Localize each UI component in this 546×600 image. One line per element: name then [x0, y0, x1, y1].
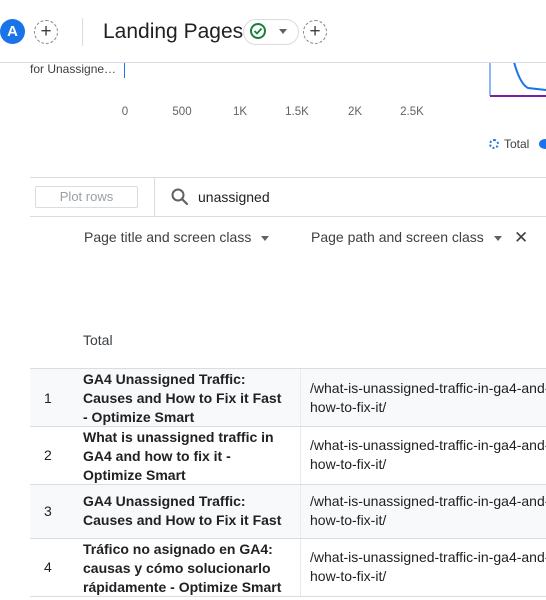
page-path-cell: /what-is-unassigned-traffic-in-ga4-and-h…	[310, 549, 546, 584]
row-number: 3	[44, 503, 52, 519]
row-number: 4	[44, 559, 52, 575]
column-header-page-path[interactable]: Page path and screen class	[311, 229, 502, 245]
x-tick: 1K	[232, 106, 248, 118]
header-divider	[82, 18, 83, 46]
chart-axis-line	[124, 62, 125, 78]
add-comparison-button[interactable]: +	[34, 20, 58, 44]
legend-series-icon	[539, 139, 546, 149]
legend-total-icon	[489, 139, 499, 149]
total-row-label: Total	[83, 332, 113, 348]
x-tick: 1.5K	[285, 106, 309, 118]
cell-divider	[300, 369, 301, 426]
chevron-down-icon[interactable]	[261, 235, 270, 241]
page-title-cell: Tráfico no asignado en GA4: causas y cóm…	[83, 541, 282, 595]
cell-divider	[300, 427, 301, 484]
report-status-dropdown[interactable]	[243, 19, 299, 45]
table-toolbar: Plot rows	[30, 177, 546, 217]
x-tick: 500	[172, 106, 192, 118]
search-icon[interactable]	[170, 187, 190, 212]
column-header-page-title[interactable]: Page title and screen class	[84, 229, 270, 245]
x-tick: 2.5K	[400, 106, 424, 118]
bar-chart: for Unassigne… 0 500 1K 1.5K 2K 2.5K Tot…	[0, 62, 546, 177]
comparison-avatar[interactable]: A	[0, 19, 25, 44]
search-input[interactable]	[198, 186, 518, 208]
plot-rows-button[interactable]: Plot rows	[35, 186, 138, 208]
check-circle-icon	[250, 23, 266, 39]
report-page: A + Landing Pages + for Unassigne… 0 500…	[0, 0, 546, 600]
data-table: 1 GA4 Unassigned Traffic: Causes and How…	[30, 368, 546, 596]
page-title-cell: What is unassigned traffic in GA4 and ho…	[83, 429, 274, 483]
table-row[interactable]: 4 Tráfico no asignado en GA4: causas y c…	[30, 538, 546, 596]
x-tick: 2K	[347, 106, 363, 118]
total-series-line	[513, 62, 546, 91]
page-path-cell: /what-is-unassigned-traffic-in-ga4-and-h…	[310, 493, 546, 528]
report-header: A + Landing Pages +	[0, 0, 546, 63]
bar-category-label: for Unassigne…	[30, 62, 117, 76]
table-row[interactable]: 2 What is unassigned traffic in GA4 and …	[30, 426, 546, 484]
row-number: 2	[44, 447, 52, 463]
page-path-cell: /what-is-unassigned-traffic-in-ga4-and-h…	[310, 437, 546, 472]
chevron-down-icon[interactable]	[493, 235, 502, 241]
page-title-cell: GA4 Unassigned Traffic: Causes and How t…	[83, 371, 282, 425]
page-title: Landing Pages	[103, 20, 244, 43]
table-bottom-border	[30, 596, 546, 597]
legend-total-label[interactable]: Total	[504, 137, 529, 151]
column-header-label: Page title and screen class	[84, 229, 252, 245]
table-row[interactable]: 3 GA4 Unassigned Traffic: Causes and How…	[30, 484, 546, 538]
trend-line-chart	[489, 62, 546, 97]
x-tick: 0	[121, 106, 129, 118]
cell-divider	[300, 539, 301, 596]
page-title-cell: GA4 Unassigned Traffic: Causes and How t…	[83, 493, 282, 528]
chevron-down-icon	[279, 29, 287, 34]
close-icon[interactable]: ✕	[514, 229, 528, 247]
toolbar-divider	[154, 178, 155, 216]
column-header-label: Page path and screen class	[311, 229, 484, 245]
row-number: 1	[44, 390, 52, 406]
cell-divider	[300, 485, 301, 538]
page-path-cell: /what-is-unassigned-traffic-in-ga4-and-h…	[310, 380, 546, 415]
add-report-button[interactable]: +	[303, 20, 327, 44]
table-row[interactable]: 1 GA4 Unassigned Traffic: Causes and How…	[30, 368, 546, 426]
